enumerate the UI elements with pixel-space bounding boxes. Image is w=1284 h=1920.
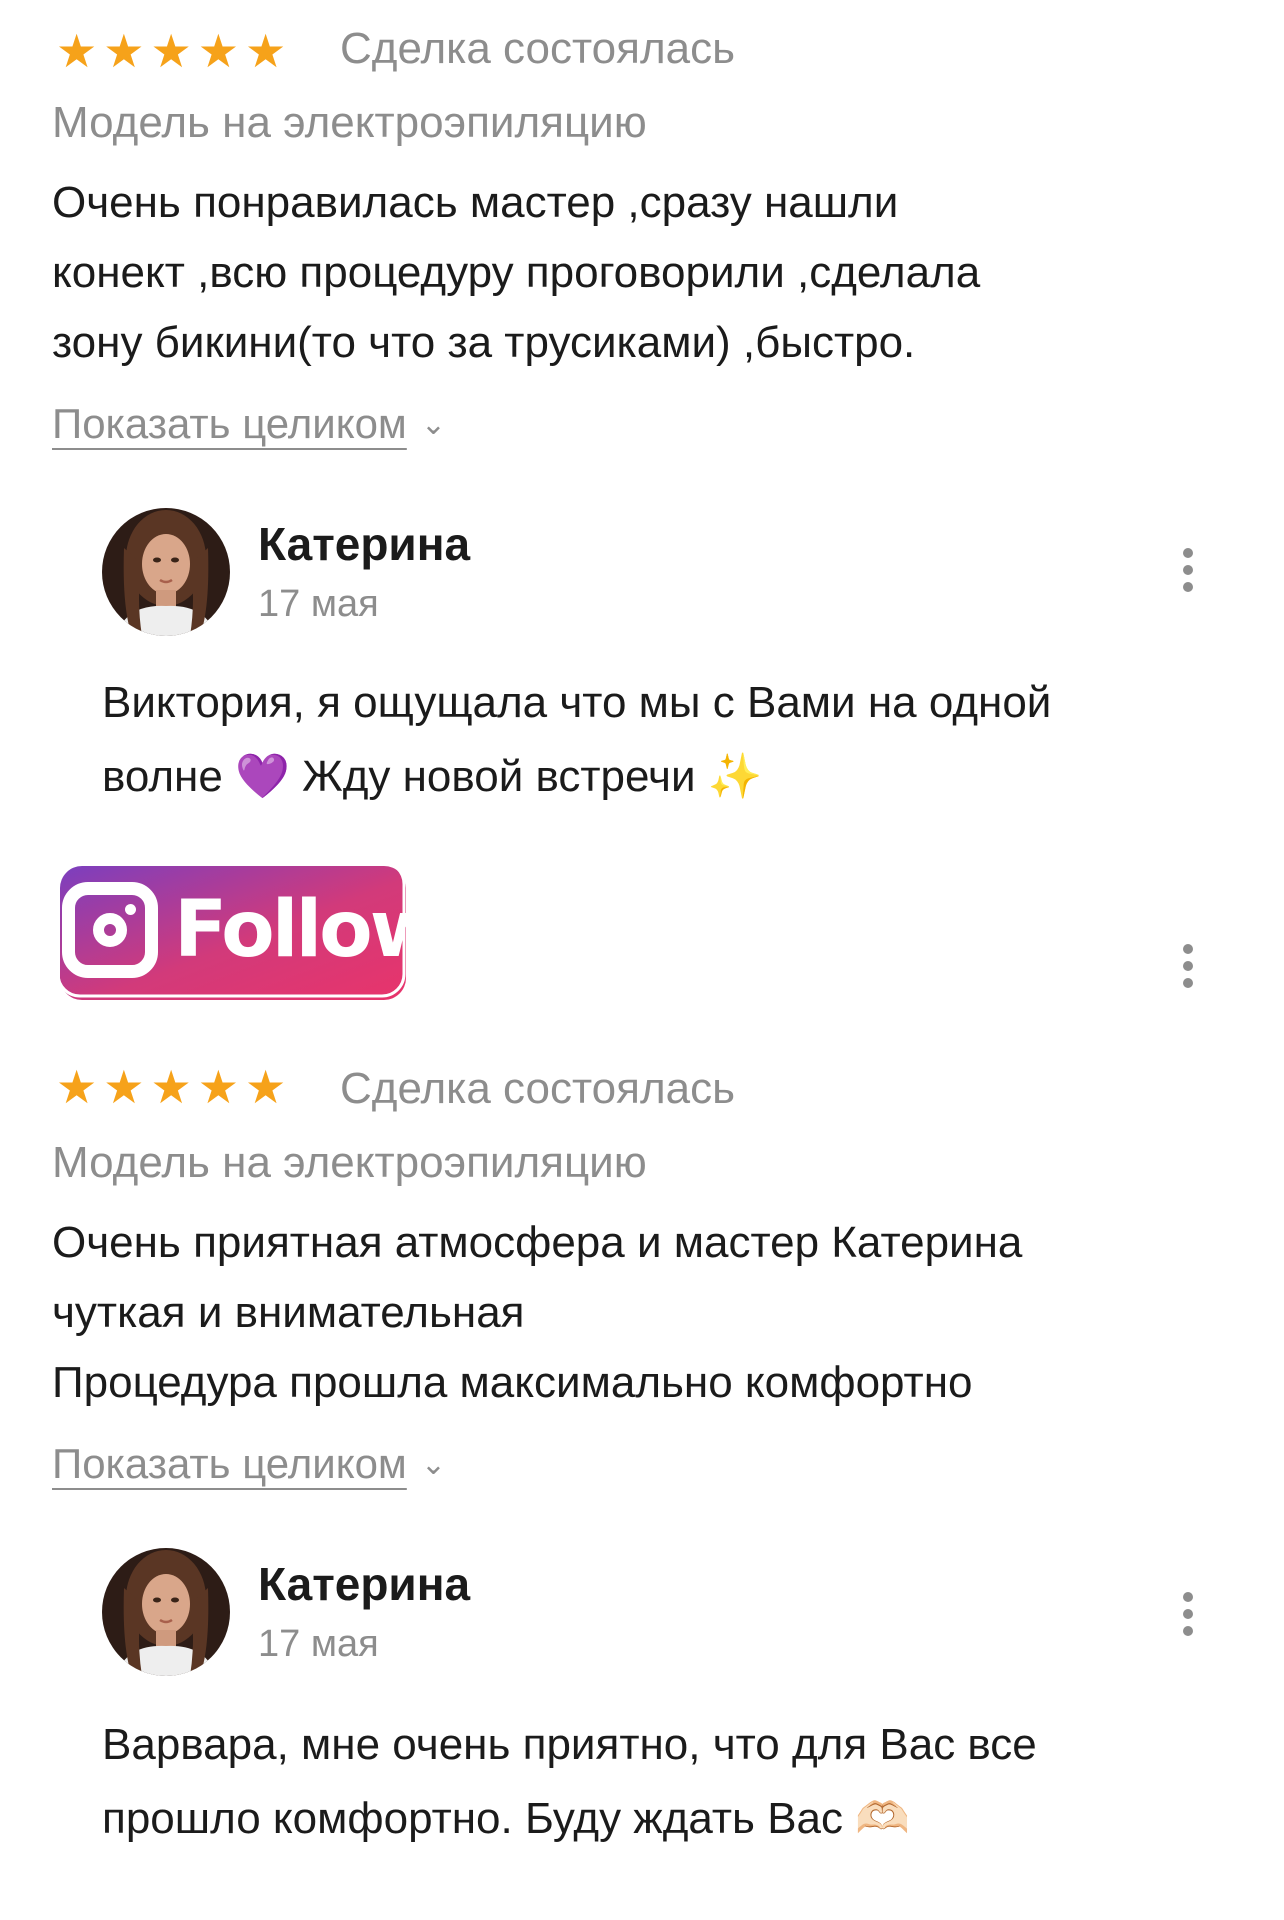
- avatar: [102, 1548, 230, 1676]
- star-icon: ★: [197, 24, 239, 78]
- reply-date: 17 мая: [258, 583, 379, 625]
- review-text-line: Очень понравилась мастер ,сразу нашли: [52, 178, 899, 227]
- review-card: Follow ★ ★ ★ ★ ★ Сделка состоялась Модел…: [0, 850, 1284, 1490]
- rating-stars: ★ ★ ★ ★ ★: [56, 1064, 286, 1110]
- reply-date: 17 мая: [258, 1623, 379, 1665]
- reply-text-line: Варвара, мне очень приятно, что для Вас …: [102, 1720, 1037, 1769]
- star-icon: ★: [103, 1060, 145, 1114]
- star-icon: ★: [56, 24, 98, 78]
- star-icon: ★: [245, 24, 287, 78]
- avatar: [102, 508, 230, 636]
- review-text: Очень понравилась мастер ,сразу нашли ко…: [52, 168, 1232, 378]
- deal-status: Сделка состоялась: [340, 1064, 736, 1113]
- instagram-icon: [62, 882, 158, 978]
- show-more-link[interactable]: Показать целиком ⌄: [52, 1440, 446, 1488]
- more-dots-icon: [1183, 944, 1193, 954]
- more-dots-icon: [1183, 548, 1193, 558]
- star-icon: ★: [150, 24, 192, 78]
- chevron-down-icon[interactable]: ⌄: [421, 407, 446, 442]
- more-options-button[interactable]: [1168, 540, 1208, 600]
- show-more-label[interactable]: Показать целиком: [52, 400, 407, 448]
- more-dots-icon: [1183, 1592, 1193, 1602]
- review-text-line: Очень приятная атмосфера и мастер Катери…: [52, 1218, 1023, 1267]
- review-text-line: чуткая и внимательная: [52, 1288, 525, 1337]
- deal-status: Сделка состоялась: [340, 24, 736, 73]
- review-card: ★ ★ ★ ★ ★ Сделка состоялась Модель на эл…: [0, 0, 1284, 450]
- reply-author: Катерина: [258, 518, 471, 570]
- follow-label: Follow: [174, 885, 442, 975]
- more-options-button[interactable]: [1168, 1584, 1208, 1644]
- show-more-label[interactable]: Показать целиком: [52, 1440, 407, 1488]
- star-icon: ★: [245, 1060, 287, 1114]
- reply-text-line: волне 💜 Жду новой встречи ✨: [102, 752, 763, 801]
- more-options-button[interactable]: [1168, 936, 1208, 996]
- review-text-line: конект ,всю процедуру проговорили ,сдела…: [52, 248, 981, 297]
- reply-text: Варвара, мне очень приятно, что для Вас …: [102, 1708, 1252, 1856]
- review-text-line: зону бикини(то что за трусиками) ,быстро…: [52, 318, 916, 367]
- rating-stars: ★ ★ ★ ★ ★: [56, 28, 286, 74]
- star-icon: ★: [150, 1060, 192, 1114]
- review-text-line: Процедура прошла максимально комфортно: [52, 1358, 973, 1407]
- service-name: Модель на электроэпиляцию: [52, 98, 647, 147]
- owner-reply: Катерина 17 мая Виктория, я ощущала что …: [0, 500, 1284, 820]
- reply-text-line: прошло комфортно. Буду ждать Вас 🫶🏻: [102, 1794, 911, 1843]
- reply-author: Катерина: [258, 1558, 471, 1610]
- owner-reply: Катерина 17 мая Варвара, мне очень прият…: [0, 1540, 1284, 1860]
- review-text: Очень приятная атмосфера и мастер Катери…: [52, 1208, 1232, 1418]
- star-icon: ★: [56, 1060, 98, 1114]
- reply-text-line: Виктория, я ощущала что мы с Вами на одн…: [102, 678, 1052, 727]
- star-icon: ★: [103, 24, 145, 78]
- instagram-follow-badge[interactable]: Follow: [56, 860, 442, 1002]
- service-name: Модель на электроэпиляцию: [52, 1138, 647, 1187]
- chevron-down-icon[interactable]: ⌄: [421, 1447, 446, 1482]
- star-icon: ★: [197, 1060, 239, 1114]
- reply-text: Виктория, я ощущала что мы с Вами на одн…: [102, 666, 1252, 814]
- show-more-link[interactable]: Показать целиком ⌄: [52, 400, 446, 448]
